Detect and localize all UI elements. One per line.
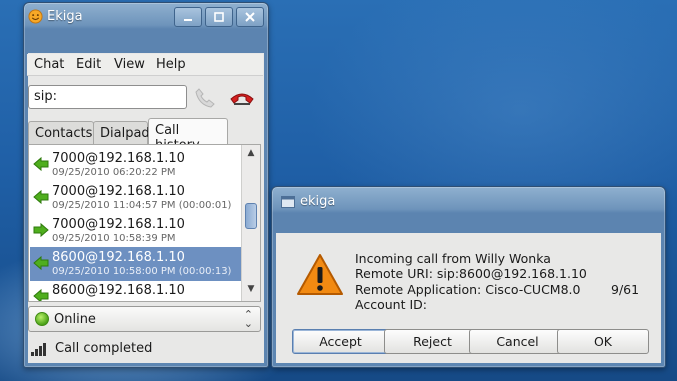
dialog-message-line: Incoming call from Willy Wonka <box>355 251 551 266</box>
list-item[interactable]: 8600@192.168.1.10 <box>30 280 241 301</box>
online-status-icon <box>35 312 49 326</box>
dialog-message-line: Remote Application: Cisco-CUCM8.0 <box>355 282 581 297</box>
smiley-icon <box>28 9 43 24</box>
call-detail: 09/25/2010 06:20:22 PM <box>52 167 176 178</box>
tab-call-history[interactable]: Call history <box>148 118 228 153</box>
menu-edit[interactable]: Edit <box>76 57 101 72</box>
tab-contacts[interactable]: Contacts <box>28 121 94 145</box>
dialog-counter: 9/61 <box>611 282 640 297</box>
maximize-button[interactable] <box>205 7 233 27</box>
dialog-message-line: Account ID: <box>355 297 427 312</box>
arrow-left-icon <box>33 156 49 172</box>
select-arrows-icon: ⌃ ⌄ <box>243 308 253 330</box>
scrollbar-thumb[interactable] <box>245 203 257 229</box>
phone-call-icon[interactable] <box>193 86 217 108</box>
sip-address-input[interactable]: sip: <box>28 85 187 109</box>
close-button[interactable] <box>236 7 264 27</box>
tab-dialpad[interactable]: Dialpad <box>93 121 150 145</box>
call-detail: 09/25/2010 10:58:39 PM <box>52 233 176 244</box>
hangup-icon[interactable] <box>229 88 255 108</box>
status-text: Call completed <box>55 341 153 356</box>
call-uri: 7000@192.168.1.10 <box>52 184 185 199</box>
minimize-button[interactable] <box>174 7 202 27</box>
list-item[interactable]: 7000@192.168.1.10 09/25/2010 11:04:57 PM… <box>30 181 241 215</box>
main-window-title: Ekiga <box>47 9 83 24</box>
presence-status-select[interactable]: Online ⌃ ⌄ <box>28 306 261 332</box>
reject-button[interactable]: Reject <box>384 329 481 354</box>
signal-icon <box>31 343 46 356</box>
dialog-title: ekiga <box>300 194 336 209</box>
arrow-left-icon <box>33 288 49 301</box>
dialog-message-line: Remote URI: sip:8600@192.168.1.10 <box>355 266 587 281</box>
cancel-button[interactable]: Cancel <box>469 329 566 354</box>
list-scrollbar[interactable]: ▲ ▼ <box>241 145 260 301</box>
call-uri: 7000@192.168.1.10 <box>52 151 185 166</box>
scroll-down-icon[interactable]: ▼ <box>244 284 258 298</box>
status-bar: Call completed <box>28 338 261 360</box>
list-item[interactable]: 7000@192.168.1.10 09/25/2010 06:20:22 PM <box>30 148 241 182</box>
call-detail: 09/25/2010 10:58:00 PM (00:00:13) <box>52 266 232 277</box>
tab-strip: Contacts Dialpad Call history <box>28 118 261 153</box>
menu-view[interactable]: View <box>114 57 145 72</box>
close-icon <box>245 12 255 22</box>
call-uri: 7000@192.168.1.10 <box>52 217 185 232</box>
list-item[interactable]: 7000@192.168.1.10 09/25/2010 10:58:39 PM <box>30 214 241 248</box>
call-uri: 8600@192.168.1.10 <box>52 283 185 298</box>
call-history-list: 7000@192.168.1.10 09/25/2010 06:20:22 PM… <box>28 144 261 302</box>
window-icon <box>281 196 295 208</box>
menu-chat[interactable]: Chat <box>34 57 64 72</box>
menu-bar: Chat Edit View Help <box>27 54 263 76</box>
ok-button[interactable]: OK <box>557 329 649 354</box>
maximize-icon <box>214 12 224 22</box>
accept-button[interactable]: Accept <box>292 329 389 354</box>
menu-help[interactable]: Help <box>156 57 186 72</box>
presence-status-label: Online <box>54 312 96 327</box>
call-detail: 09/25/2010 11:04:57 PM (00:00:01) <box>52 200 232 211</box>
list-item-selected[interactable]: 8600@192.168.1.10 09/25/2010 10:58:00 PM… <box>30 247 241 281</box>
main-titlebar[interactable]: Ekiga <box>24 3 268 31</box>
arrow-left-icon <box>33 189 49 205</box>
dialog-titlebar[interactable]: ekiga <box>272 187 665 215</box>
call-uri: 8600@192.168.1.10 <box>52 250 185 265</box>
arrow-left-icon <box>33 255 49 271</box>
minimize-icon <box>184 19 192 21</box>
arrow-right-icon <box>33 222 49 238</box>
warning-icon <box>297 254 343 295</box>
scroll-up-icon[interactable]: ▲ <box>244 148 258 162</box>
